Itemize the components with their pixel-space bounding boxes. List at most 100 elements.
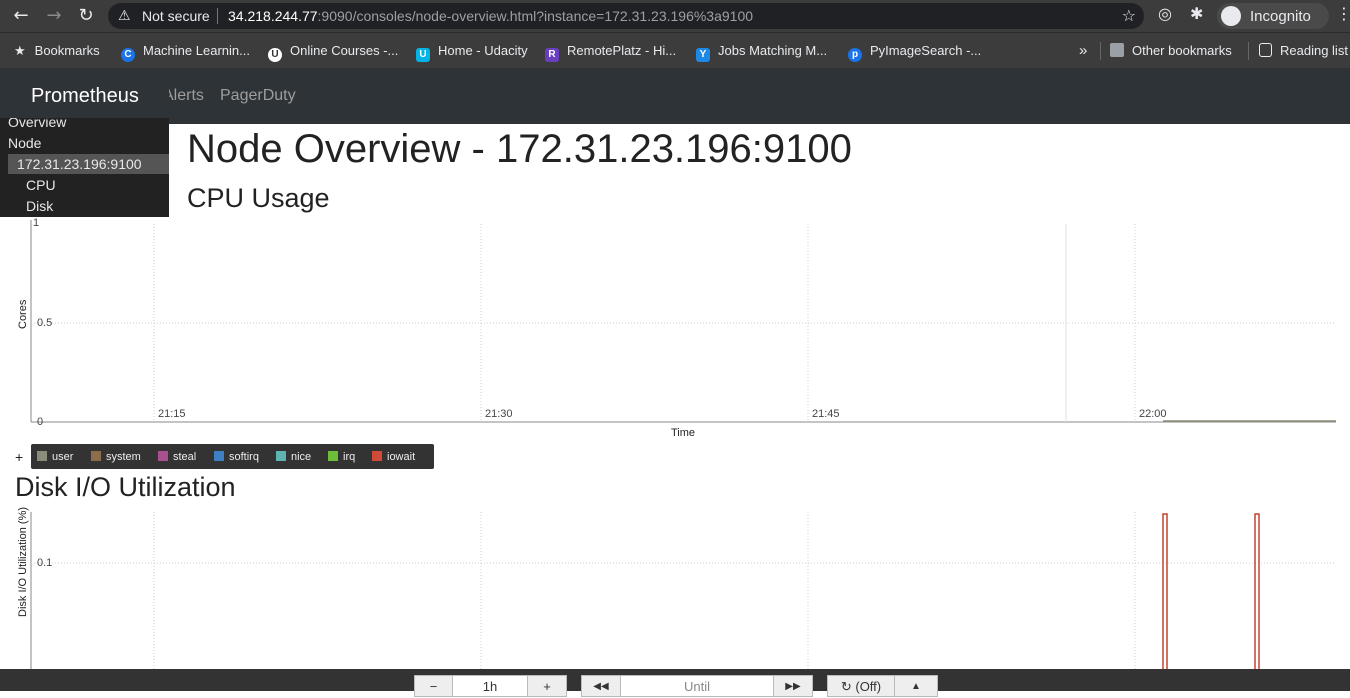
legend-label: nice — [291, 451, 312, 463]
legend-item-user[interactable]: user — [37, 451, 73, 463]
page-title: Node Overview - 172.31.23.196:9100 — [187, 127, 852, 171]
address-divider — [217, 8, 218, 24]
c-logo-icon: C — [121, 48, 135, 62]
sidebar-item-node[interactable]: Node — [8, 135, 41, 151]
disk-io-heading: Disk I/O Utilization — [15, 472, 236, 502]
bookmark-label: Bookmarks — [34, 43, 100, 58]
bookmarks-divider — [1100, 42, 1101, 60]
until-input[interactable]: Until — [620, 675, 774, 697]
reading-list-label: Reading list — [1280, 43, 1348, 58]
reading-list-icon — [1259, 43, 1272, 57]
legend-item-system[interactable]: system — [91, 451, 141, 463]
range-input[interactable]: 1h — [452, 675, 528, 697]
legend-toggle-button[interactable]: + — [15, 449, 23, 465]
nav-link-pagerduty[interactable]: PagerDuty — [220, 87, 296, 105]
legend-item-irq[interactable]: irq — [328, 451, 355, 463]
url-host: 34.218.244.77 — [228, 8, 318, 24]
range-increase-button[interactable]: + — [527, 675, 567, 697]
refresh-dropdown-button[interactable]: ▲ — [894, 675, 938, 697]
refresh-button[interactable]: ↻ (Off) — [827, 675, 895, 697]
cpu-x-axis-label: Time — [671, 427, 696, 439]
legend-swatch — [91, 451, 101, 461]
legend-label: user — [52, 451, 74, 463]
legend-swatch — [328, 451, 338, 461]
bookmark-label: Machine Learnin... — [143, 43, 250, 58]
bookmark-star-icon[interactable]: ☆ — [1122, 6, 1136, 25]
range-decrease-button[interactable]: − — [414, 675, 453, 697]
sidebar-item-cpu[interactable]: CPU — [26, 177, 56, 193]
bookmark-jobs[interactable]: Y Jobs Matching M... — [696, 42, 828, 62]
bookmarks-overflow-button[interactable]: » — [1079, 42, 1087, 60]
bookmark-machine-learning[interactable]: C Machine Learnin... — [121, 42, 250, 62]
browser-toolbar: ← → ↻ ⚠ Not secure 34.218.244.77:9090/co… — [0, 0, 1350, 32]
legend-item-nice[interactable]: nice — [276, 451, 311, 463]
warning-icon: ⚠ — [118, 8, 131, 24]
security-status[interactable]: Not secure — [142, 8, 210, 24]
cpu-y-tick: 1 — [33, 217, 40, 229]
disk-y-tick: 0.1 — [37, 557, 53, 569]
bookmarks-bar: ★ Bookmarks C Machine Learnin... U Online C… — [0, 32, 1350, 68]
star-icon: ★ — [14, 44, 26, 59]
extensions-puzzle-icon[interactable]: ✱ — [1190, 4, 1203, 23]
pyimagesearch-icon: p — [848, 48, 862, 62]
legend-item-iowait[interactable]: iowait — [372, 451, 415, 463]
folder-icon — [1110, 43, 1124, 57]
time-forward-button[interactable]: ▶▶ — [773, 675, 813, 697]
address-bar[interactable]: ⚠ Not secure 34.218.244.77:9090/consoles… — [108, 3, 1144, 29]
cpu-usage-heading: CPU Usage — [187, 183, 330, 213]
disk-spike — [1254, 513, 1260, 670]
sidebar-item-instance[interactable]: 172.31.23.196:9100 — [17, 156, 142, 172]
reload-icon[interactable]: ↻ — [74, 4, 98, 28]
legend-label: system — [106, 451, 141, 463]
browser-menu-icon[interactable]: ⋮ — [1336, 4, 1350, 23]
cpu-x-tick: 21:30 — [485, 408, 513, 420]
legend-swatch — [372, 451, 382, 461]
bookmark-label: Online Courses -... — [290, 43, 399, 58]
forward-arrow-icon[interactable]: → — [42, 4, 66, 28]
disk-io-chart — [30, 512, 1336, 670]
cpu-x-tick: 22:00 — [1139, 408, 1167, 420]
cpu-chart — [30, 220, 1336, 423]
udacity-icon: U — [416, 48, 430, 62]
cpu-y-tick: 0 — [37, 416, 44, 428]
legend-swatch — [37, 451, 47, 461]
legend-swatch — [158, 451, 168, 461]
nav-link-alerts[interactable]: Alerts — [163, 87, 204, 105]
bookmark-udacity[interactable]: U Home - Udacity — [416, 42, 528, 62]
graph-controls-bar: − 1h + ◀◀ Until ▶▶ ↻ (Off) ▲ — [0, 669, 1350, 697]
bookmark-label: RemotePlatz - Hi... — [567, 43, 677, 58]
back-arrow-icon[interactable]: ← — [9, 4, 33, 28]
fingerprint-extension-icon[interactable]: ◎ — [1158, 4, 1172, 23]
prometheus-navbar: Prometheus Alerts PagerDuty — [0, 68, 1350, 124]
bookmark-label: Other bookmarks — [1132, 43, 1232, 58]
sidebar-item-disk[interactable]: Disk — [26, 198, 53, 214]
legend-item-softirq[interactable]: softirq — [214, 451, 259, 463]
incognito-icon — [1221, 6, 1241, 26]
udemy-icon: U — [268, 48, 282, 62]
bookmarks-folder[interactable]: ★ Bookmarks — [14, 42, 100, 60]
jobs-icon: Y — [696, 48, 710, 62]
disk-spike — [1162, 513, 1168, 670]
bookmark-label: Home - Udacity — [438, 43, 528, 58]
bookmark-pyimagesearch[interactable]: p PyImageSearch -... — [848, 42, 982, 62]
legend-swatch — [276, 451, 286, 461]
bookmark-remoteplatz[interactable]: R RemotePlatz - Hi... — [545, 42, 677, 62]
legend-item-steal[interactable]: steal — [158, 451, 196, 463]
legend-label: steal — [173, 451, 197, 463]
bookmark-online-courses[interactable]: U Online Courses -... — [268, 42, 399, 62]
url-text[interactable]: 34.218.244.77:9090/consoles/node-overvie… — [228, 8, 753, 24]
reading-list-button[interactable]: Reading list — [1259, 42, 1348, 60]
bookmark-label: PyImageSearch -... — [870, 43, 982, 58]
incognito-label: Incognito — [1250, 8, 1311, 25]
legend-label: softirq — [229, 451, 259, 463]
legend-swatch — [214, 451, 224, 461]
time-back-button[interactable]: ◀◀ — [581, 675, 621, 697]
bookmark-label: Jobs Matching M... — [718, 43, 828, 58]
other-bookmarks-folder[interactable]: Other bookmarks — [1110, 42, 1232, 60]
bookmarks-divider — [1248, 42, 1249, 60]
cpu-legend: user system steal softirq nice irq iowai… — [31, 444, 434, 469]
remoteplatz-icon: R — [545, 48, 559, 62]
incognito-indicator[interactable]: Incognito — [1217, 3, 1329, 29]
brand-link[interactable]: Prometheus — [31, 85, 139, 108]
legend-label: irq — [343, 451, 356, 463]
